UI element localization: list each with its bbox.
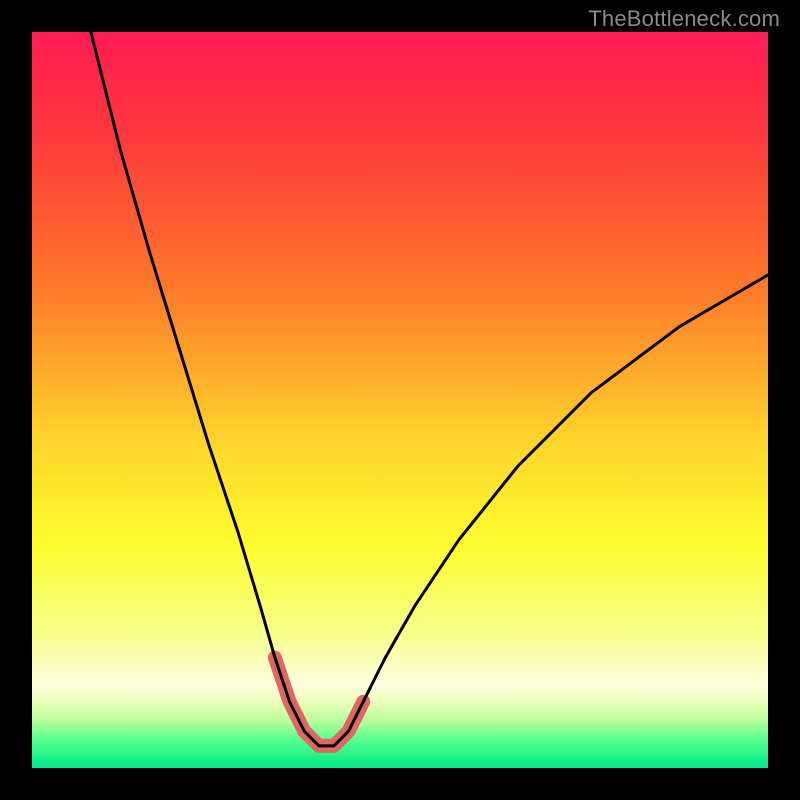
curve-layer bbox=[32, 32, 768, 768]
bottleneck-curve bbox=[91, 32, 768, 746]
watermark-text: TheBottleneck.com bbox=[588, 6, 780, 32]
plot-area bbox=[32, 32, 768, 768]
outer-frame: TheBottleneck.com bbox=[0, 0, 800, 800]
